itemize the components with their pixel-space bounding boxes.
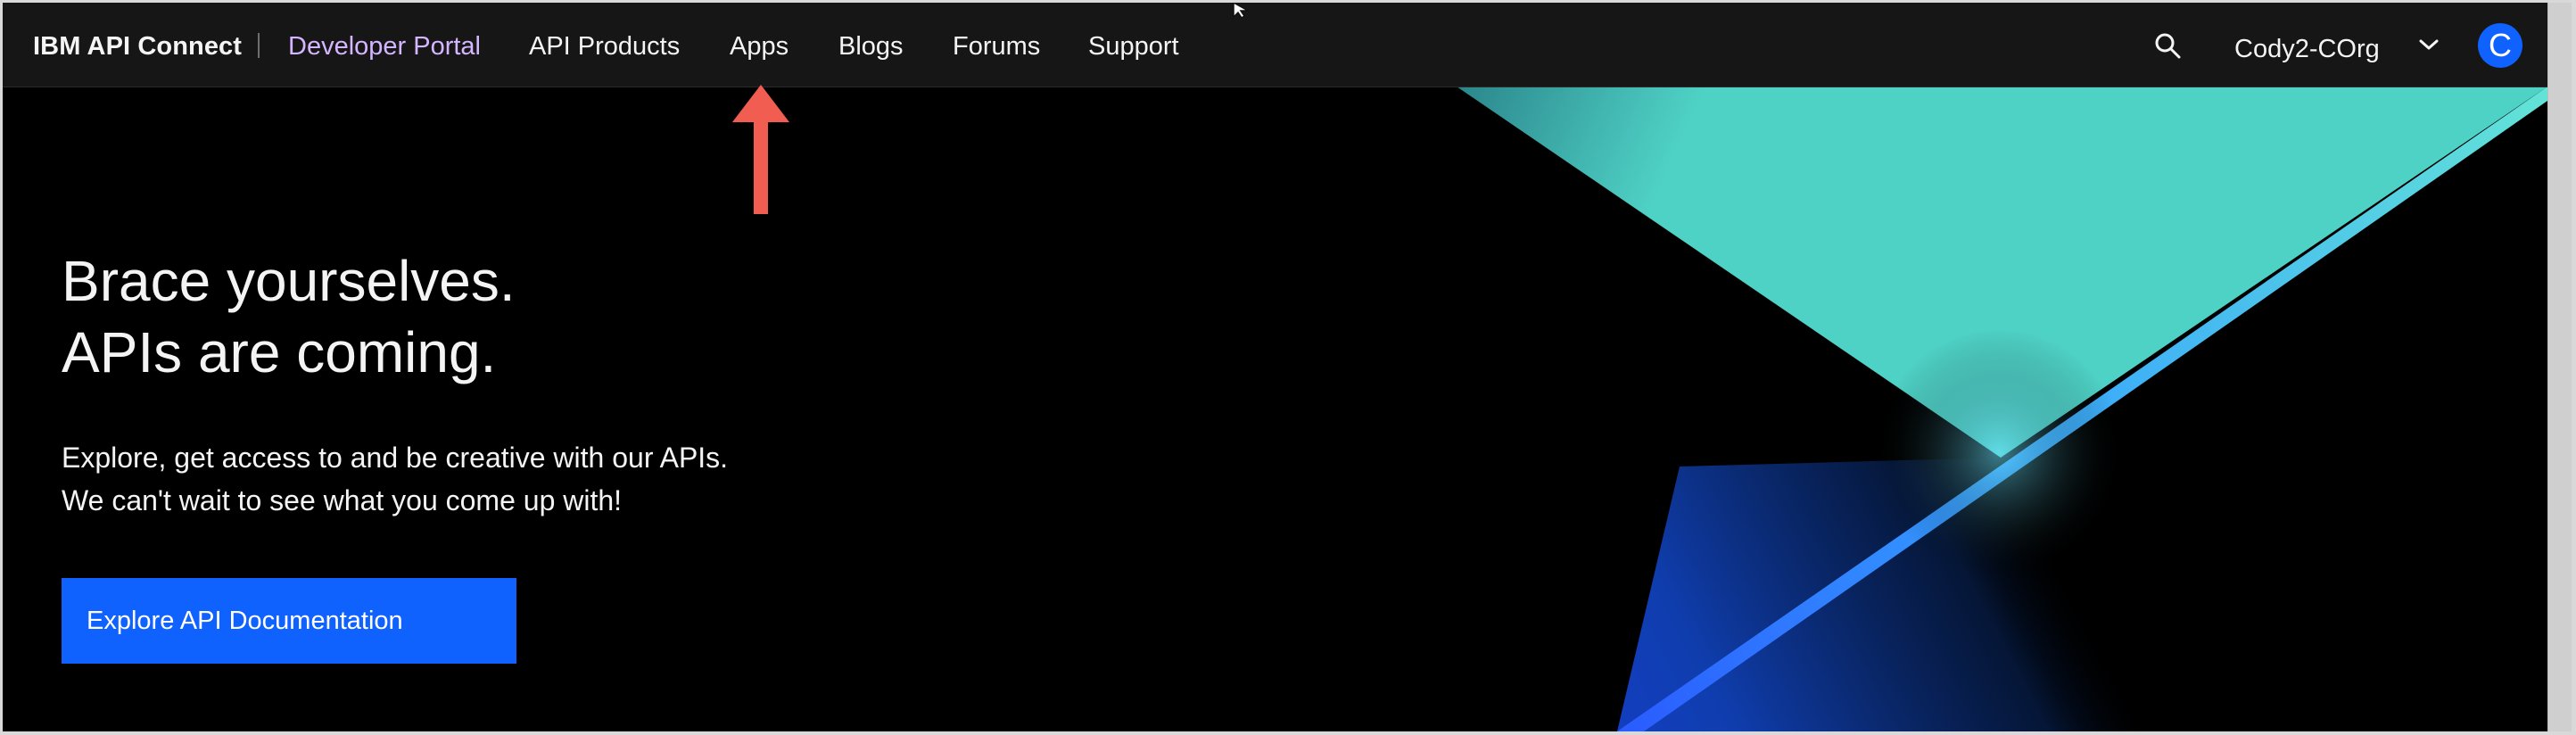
hero-subtitle-line-2: We can't wait to see what you come up wi… <box>62 484 623 516</box>
nav-item-blogs[interactable]: Blogs <box>838 29 904 64</box>
top-navigation-bar: IBM API Connect Developer Portal API Pro… <box>3 3 2547 87</box>
nav-item-support[interactable]: Support <box>1088 29 1179 64</box>
hero-subtitle: Explore, get access to and be creative w… <box>62 436 728 522</box>
org-selector-label[interactable]: Cody2-COrg <box>2234 31 2380 67</box>
brand-title[interactable]: IBM API Connect <box>33 29 242 64</box>
chevron-down-icon[interactable] <box>2415 34 2442 55</box>
search-icon[interactable] <box>2152 30 2183 61</box>
user-avatar[interactable]: C <box>2478 23 2522 68</box>
vertical-scrollbar[interactable] <box>2547 3 2572 731</box>
hero-title-line-2: APIs are coming. <box>62 320 497 384</box>
nav-item-api-products[interactable]: API Products <box>529 29 680 64</box>
mouse-pointer-icon <box>1233 3 1251 19</box>
annotation-arrow-icon <box>732 85 789 214</box>
browser-page: IBM API Connect Developer Portal API Pro… <box>3 3 2547 731</box>
explore-api-documentation-button[interactable]: Explore API Documentation <box>62 578 516 664</box>
portal-name[interactable]: Developer Portal <box>288 29 481 64</box>
hero-subtitle-line-1: Explore, get access to and be creative w… <box>62 442 729 474</box>
hero-title: Brace yourselves. APIs are coming. <box>62 245 516 388</box>
nav-item-apps[interactable]: Apps <box>730 29 788 64</box>
brand-divider <box>258 33 260 58</box>
nav-item-forums[interactable]: Forums <box>953 29 1040 64</box>
hero-title-line-1: Brace yourselves. <box>62 249 516 313</box>
